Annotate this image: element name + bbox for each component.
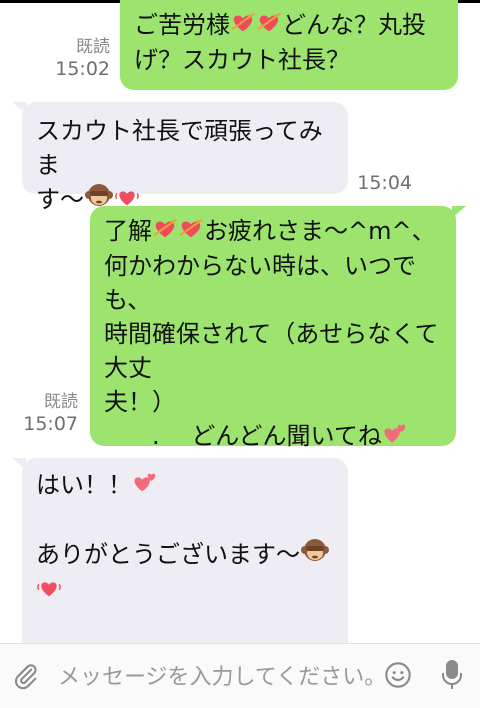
message-text: 大丈 [104,354,152,382]
emoji-icon[interactable] [384,661,412,689]
heart-arrow-emoji-icon [256,9,282,43]
message-meta: 既読 15:02 [40,36,110,80]
message-line: 何かわからない時は、いつでも、 [104,249,442,317]
microphone-icon[interactable] [440,658,464,692]
message-text: お疲れさま〜^m^、 [204,217,436,245]
message-text: げ？スカウト社長？ [134,46,350,74]
message-line: ご苦労様 どんな？丸投 [134,8,444,43]
message-line [36,609,334,643]
message-text: ありがとうございます〜 [36,540,300,569]
message-meta: 既読 15:07 [12,391,78,435]
heart-arrow-emoji-icon [152,215,178,249]
message-text: ご苦労様 [134,11,230,39]
chat-area[interactable]: 既読 15:02 ご苦労様 どんな？丸投げ？スカウト社長？ スカウト社長で頑張って… [0,0,480,643]
outgoing-message[interactable]: ご苦労様 どんな？丸投げ？スカウト社長？ [120,0,458,90]
message-text: 了解 [104,217,152,245]
two-hearts-emoji-icon [382,420,408,454]
heart-arrow-emoji-icon [178,215,204,249]
paperclip-icon[interactable] [12,662,40,690]
incoming-message[interactable]: スカウト社長で頑張ってみます〜 [22,102,348,214]
read-receipt: 既読 [44,392,78,412]
timestamp: 15:07 [23,413,78,435]
read-receipt: 既読 [76,37,110,57]
message-text: 夫！） [104,388,176,416]
message-text: どんな？丸投 [282,11,426,39]
message-line: ありがとうございます〜 [36,537,334,609]
bubble-tail [452,206,466,218]
heart-beat-emoji-icon [36,575,62,609]
message-line: はい！！ [36,468,334,503]
message-line: 了解 お疲れさま〜^m^、 [104,214,442,249]
incoming-message[interactable]: はい！！ ありがとうございます〜 今日後で、副業収入で、ネ [22,458,348,643]
message-text: 何かわからない時は、いつでも、 [104,252,416,314]
message-text: はい！！ [36,471,132,499]
message-meta: 15:04 [350,172,412,194]
timestamp: 15:04 [357,172,412,194]
message-line [36,503,334,537]
outgoing-message[interactable]: 了解 お疲れさま〜^m^、何かわからない時は、いつでも、時間確保されて（あせらなく… [90,206,456,450]
two-hearts-emoji-icon [132,469,158,503]
message-input-bar [0,643,480,708]
message-line: げ？スカウト社長？ [134,43,444,77]
message-line: 大丈 [104,351,442,385]
heart-arrow-emoji-icon [230,9,256,43]
message-line: . どんどん聞いてね [104,419,442,454]
message-input[interactable] [56,654,380,700]
message-line: スカウト社長で頑張ってみま [36,114,334,182]
message-text: す〜 [36,185,84,214]
message-text: スカウト社長で頑張ってみま [36,117,323,179]
message-line: 夫！） [104,385,442,419]
monkey-emoji-icon [300,537,330,574]
timestamp: 15:02 [55,58,110,80]
message-text: . どんどん聞いてね [104,422,382,450]
message-text: 時間確保されて（あせらなくて [104,320,439,348]
message-line: 時間確保されて（あせらなくて [104,317,442,351]
